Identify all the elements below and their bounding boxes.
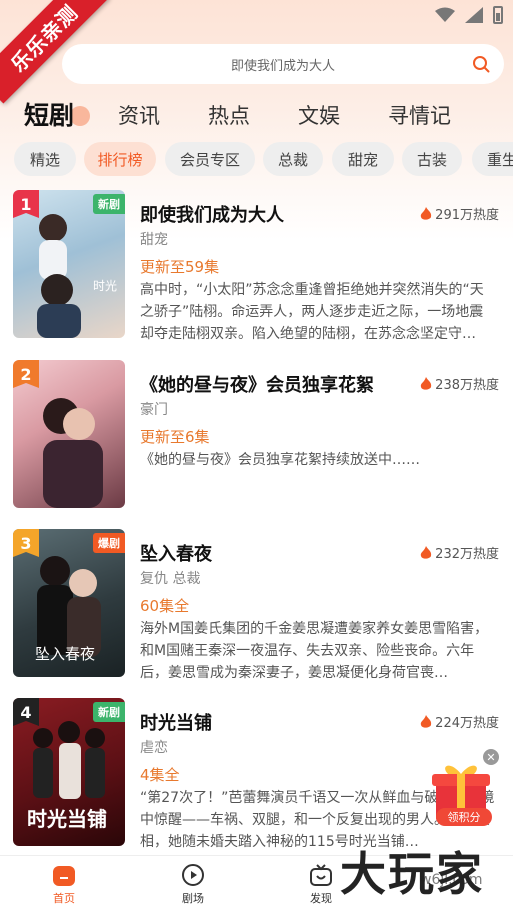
claim-points-button[interactable]: 领积分	[436, 808, 492, 826]
list-item[interactable]: 坠入春夜 3 爆剧 坠入春夜 232万热度 复仇 总裁 60集全 海外M国姜氏集…	[0, 529, 513, 681]
filter-chips: 精选 排行榜 会员专区 总裁 甜宠 古装 重生	[0, 142, 513, 176]
poster-image[interactable]: 2	[13, 360, 125, 508]
chip-rebirth[interactable]: 重生	[472, 142, 513, 176]
chip-vip[interactable]: 会员专区	[165, 142, 255, 176]
heat-value: 291万热度	[435, 208, 499, 223]
discover-tv-icon	[310, 864, 332, 886]
episode-status: 更新至59集	[140, 258, 220, 276]
chip-costume[interactable]: 古装	[402, 142, 462, 176]
chip-featured[interactable]: 精选	[14, 142, 76, 176]
item-description: 海外M国姜氏集团的千金姜思凝遭姜家养女姜思雪陷害，和M国赌王秦深一夜温存、失去双…	[140, 621, 489, 681]
episode-status: 4集全	[140, 766, 180, 784]
nav-home-label: 首页	[53, 892, 75, 905]
watermark-url: w6jl.com	[420, 872, 483, 888]
nav-theater-label: 剧场	[182, 892, 204, 905]
tab-entertainment[interactable]: 文娱	[298, 100, 340, 130]
flame-icon	[421, 545, 432, 559]
heat-indicator: 291万热度	[420, 204, 499, 223]
genre-tag: 甜宠	[140, 232, 168, 248]
nav-discover-label: 发现	[310, 892, 332, 905]
svg-text:坠入春夜: 坠入春夜	[35, 645, 95, 663]
flame-icon	[421, 714, 432, 728]
watermark-logo: 大玩家	[340, 847, 484, 901]
genre-tag: 虐恋	[140, 740, 168, 756]
item-description: 《她的昼与夜》会员独享花絮持续放送中……	[140, 452, 420, 468]
chip-sweet[interactable]: 甜宠	[332, 142, 394, 176]
chip-ranking[interactable]: 排行榜	[84, 142, 156, 176]
item-description: 高中时，“小太阳”苏念念重逢曾拒绝她并突然消失的“天之骄子”陆栩。命运弄人，两人…	[140, 282, 484, 342]
poster-image[interactable]: 坠入春夜 3 爆剧	[13, 529, 125, 677]
category-tabs: 短剧 资讯 热点 文娱 寻情记	[0, 96, 513, 132]
tab-short-drama[interactable]: 短剧	[24, 96, 74, 132]
genre-tag: 复仇 总裁	[140, 571, 201, 587]
svg-text:时光当铺: 时光当铺	[27, 807, 107, 831]
hot-badge: 爆剧	[93, 533, 125, 553]
chip-ceo[interactable]: 总裁	[263, 142, 323, 176]
item-title[interactable]: 时光当铺	[140, 709, 212, 735]
flame-icon	[421, 206, 432, 220]
theater-icon	[182, 864, 204, 886]
genre-tag: 豪门	[140, 402, 168, 418]
poster-image[interactable]: 时光 1 新剧	[13, 190, 125, 338]
heat-indicator: 232万热度	[420, 543, 499, 562]
list-item[interactable]: 2 《她的昼与夜》会员独享花絮 238万热度 豪门 更新至6集 《她的昼与夜》会…	[0, 360, 513, 510]
search-placeholder: 即使我们成为大人	[230, 58, 335, 74]
tab-hot[interactable]: 热点	[208, 100, 250, 130]
nav-home[interactable]: 首页	[34, 862, 94, 906]
list-item[interactable]: 时光 1 新剧 即使我们成为大人 291万热度 甜宠 更新至59集 高中时，“小…	[0, 190, 513, 342]
poster-image[interactable]: 时光当铺 4 新剧	[13, 698, 125, 846]
item-title[interactable]: 《她的昼与夜》会员独享花絮	[140, 371, 374, 397]
item-title[interactable]: 即使我们成为大人	[140, 201, 284, 227]
episode-status: 60集全	[140, 597, 190, 615]
battery-icon	[493, 6, 503, 24]
heat-value: 238万热度	[435, 378, 499, 393]
new-badge: 新剧	[93, 702, 125, 722]
close-icon[interactable]: ✕	[483, 749, 499, 765]
home-icon	[53, 866, 75, 886]
item-title[interactable]: 坠入春夜	[140, 540, 212, 566]
new-badge: 新剧	[93, 194, 125, 214]
episode-status: 更新至6集	[140, 428, 210, 446]
heat-value: 232万热度	[435, 547, 499, 562]
signal-icon	[465, 7, 483, 23]
wifi-icon	[435, 7, 455, 22]
nav-theater[interactable]: 剧场	[163, 862, 223, 906]
heat-value: 224万热度	[435, 716, 499, 731]
tab-romance-search[interactable]: 寻情记	[388, 100, 451, 130]
search-input[interactable]: 即使我们成为大人	[62, 44, 504, 84]
search-icon[interactable]	[472, 55, 490, 73]
heat-indicator: 224万热度	[420, 712, 499, 731]
flame-icon	[421, 376, 432, 390]
heat-indicator: 238万热度	[420, 374, 499, 393]
svg-text:时光: 时光	[93, 279, 117, 293]
tab-news[interactable]: 资讯	[118, 100, 160, 130]
